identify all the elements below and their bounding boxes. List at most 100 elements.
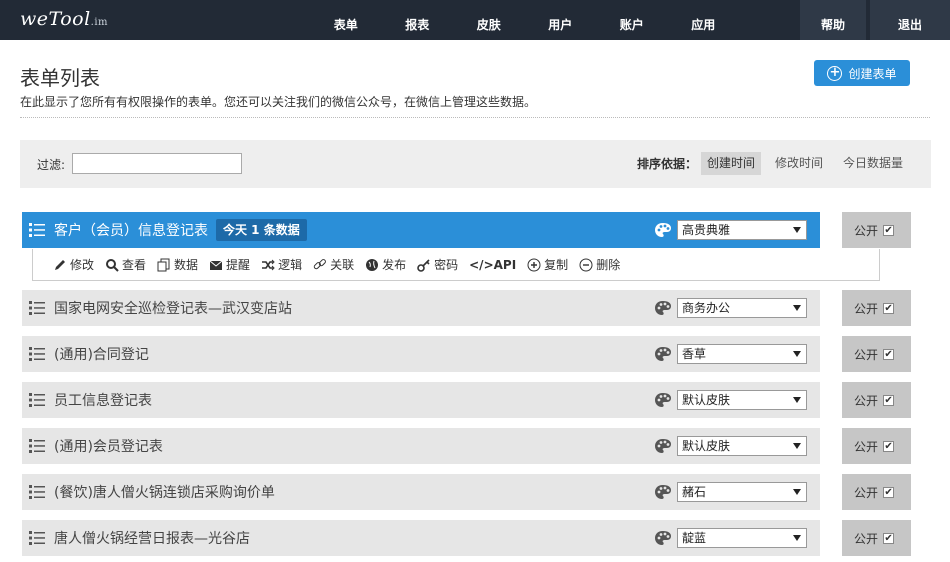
nav-item-apps[interactable]: 应用 [668, 0, 740, 40]
create-form-button[interactable]: + 创建表单 [814, 60, 910, 86]
public-checkbox[interactable]: ✔ [883, 486, 895, 498]
nav-item-users[interactable]: 用户 [525, 0, 597, 40]
nav-item-forms[interactable]: 表单 [310, 0, 382, 40]
skin-select[interactable]: 默认皮肤 [677, 390, 807, 410]
create-form-label: 创建表单 [848, 66, 897, 81]
publish-action-label: 发布 [382, 258, 407, 272]
password-action-label: 密码 [434, 258, 459, 272]
skin-select[interactable]: 商务办公 [677, 298, 807, 318]
sort-by-modified[interactable]: 修改时间 [769, 152, 829, 175]
plus-circle-icon [527, 258, 541, 271]
view-action[interactable]: 查看 [105, 256, 146, 273]
link-action[interactable]: 关联 [313, 256, 354, 273]
form-row[interactable]: (餐饮)唐人僧火锅连锁店采购询价单 赭石 [22, 474, 820, 510]
form-row[interactable]: 国家电网安全巡检登记表—武汉变店站 商务办公 [22, 290, 820, 326]
data-action[interactable]: 数据 [157, 256, 198, 273]
form-name[interactable]: 员工信息登记表 [54, 390, 152, 410]
public-toggle: 公开 ✔ [842, 520, 911, 556]
help-button[interactable]: 帮助 [800, 0, 866, 40]
dropdown-arrow-icon [793, 489, 801, 495]
form-name[interactable]: 唐人僧火锅经营日报表—光谷店 [54, 528, 250, 548]
skin-select[interactable]: 赭石 [677, 482, 807, 502]
public-label: 公开 [854, 223, 879, 238]
form-row[interactable]: 唐人僧火锅经营日报表—光谷店 靛蓝 [22, 520, 820, 556]
list-drag-icon[interactable] [22, 392, 52, 408]
form-row[interactable]: (通用)会员登记表 默认皮肤 [22, 428, 820, 464]
header-divider [20, 117, 930, 118]
public-label: 公开 [854, 439, 879, 454]
link-icon [313, 258, 326, 269]
list-drag-icon[interactable] [22, 346, 52, 362]
nav-item-skins[interactable]: 皮肤 [453, 0, 525, 40]
logout-button[interactable]: 退出 [870, 0, 950, 40]
code-icon: </> [469, 257, 494, 272]
minus-circle-icon [579, 258, 593, 271]
nav-item-account[interactable]: 账户 [596, 0, 668, 40]
public-checkbox[interactable]: ✔ [883, 348, 895, 360]
sort-by-created[interactable]: 创建时间 [700, 152, 761, 175]
sort-by-today-count[interactable]: 今日数据量 [837, 152, 909, 175]
plus-circle-icon: + [827, 65, 843, 81]
form-name[interactable]: 客户（会员）信息登记表 [54, 220, 208, 240]
logo-text: weTool [20, 8, 91, 30]
form-row[interactable]: 客户（会员）信息登记表 今天 1 条数据 高贵典雅 [22, 212, 820, 248]
api-action[interactable]: </> API [469, 258, 516, 272]
nav-item-reports[interactable]: 报表 [382, 0, 454, 40]
copy-action-label: 复制 [544, 258, 569, 272]
publish-action[interactable]: 发布 [365, 256, 406, 273]
list-drag-icon[interactable] [22, 530, 52, 546]
app-logo[interactable]: weTool.im [20, 8, 108, 30]
public-checkbox[interactable]: ✔ [883, 302, 895, 314]
filter-label: 过滤: [37, 158, 66, 172]
dropdown-arrow-icon [793, 535, 801, 541]
skin-select-value: 赭石 [682, 485, 707, 499]
page-description: 在此显示了您所有有权限操作的表单。您还可以关注我们的微信公众号，在微信上管理这些… [20, 95, 537, 109]
delete-action[interactable]: 删除 [579, 256, 620, 273]
logic-action[interactable]: 逻辑 [261, 256, 302, 273]
form-name[interactable]: (通用)合同登记 [54, 344, 149, 364]
form-row[interactable]: (通用)合同登记 香草 [22, 336, 820, 372]
list-drag-icon[interactable] [22, 300, 52, 316]
password-action[interactable]: 密码 [417, 256, 458, 273]
public-checkbox[interactable]: ✔ [883, 532, 895, 544]
public-toggle: 公开 ✔ [842, 474, 911, 510]
envelope-icon [209, 260, 223, 270]
sort-label: 排序依据： [636, 157, 697, 171]
today-count-badge: 今天 1 条数据 [216, 219, 307, 241]
form-row[interactable]: 员工信息登记表 默认皮肤 [22, 382, 820, 418]
skin-select[interactable]: 高贵典雅 [677, 220, 807, 240]
palette-icon [654, 300, 672, 316]
public-label: 公开 [854, 485, 879, 500]
data-action-label: 数据 [174, 258, 199, 272]
logic-action-label: 逻辑 [278, 258, 303, 272]
dropdown-arrow-icon [793, 397, 801, 403]
palette-icon [654, 530, 672, 546]
form-name[interactable]: 国家电网安全巡检登记表—武汉变店站 [54, 298, 292, 318]
skin-select[interactable]: 靛蓝 [677, 528, 807, 548]
dropdown-arrow-icon [793, 443, 801, 449]
skin-select-value: 默认皮肤 [682, 393, 731, 407]
dropdown-arrow-icon [793, 305, 801, 311]
skin-select[interactable]: 香草 [677, 344, 807, 364]
public-checkbox[interactable]: ✔ [883, 394, 895, 406]
skin-select-value: 默认皮肤 [682, 439, 731, 453]
page-title: 表单列表 [20, 66, 100, 90]
public-checkbox[interactable]: ✔ [883, 440, 895, 452]
list-drag-icon[interactable] [22, 438, 52, 454]
form-name[interactable]: (餐饮)唐人僧火锅连锁店采购询价单 [54, 482, 275, 502]
skin-select-value: 商务办公 [682, 301, 731, 315]
logo-suffix: .im [90, 17, 109, 28]
edit-action[interactable]: 修改 [53, 256, 94, 273]
remind-action[interactable]: 提醒 [209, 256, 250, 273]
globe-icon [366, 258, 379, 271]
public-toggle: 公开 ✔ [842, 212, 911, 248]
list-drag-icon[interactable] [22, 222, 52, 238]
dropdown-arrow-icon [793, 351, 801, 357]
list-drag-icon[interactable] [22, 484, 52, 500]
copy-action[interactable]: 复制 [527, 256, 568, 273]
form-name[interactable]: (通用)会员登记表 [54, 436, 163, 456]
edit-action-label: 修改 [70, 258, 95, 272]
skin-select[interactable]: 默认皮肤 [677, 436, 807, 456]
public-checkbox[interactable]: ✔ [883, 224, 895, 236]
filter-input[interactable] [72, 153, 242, 174]
